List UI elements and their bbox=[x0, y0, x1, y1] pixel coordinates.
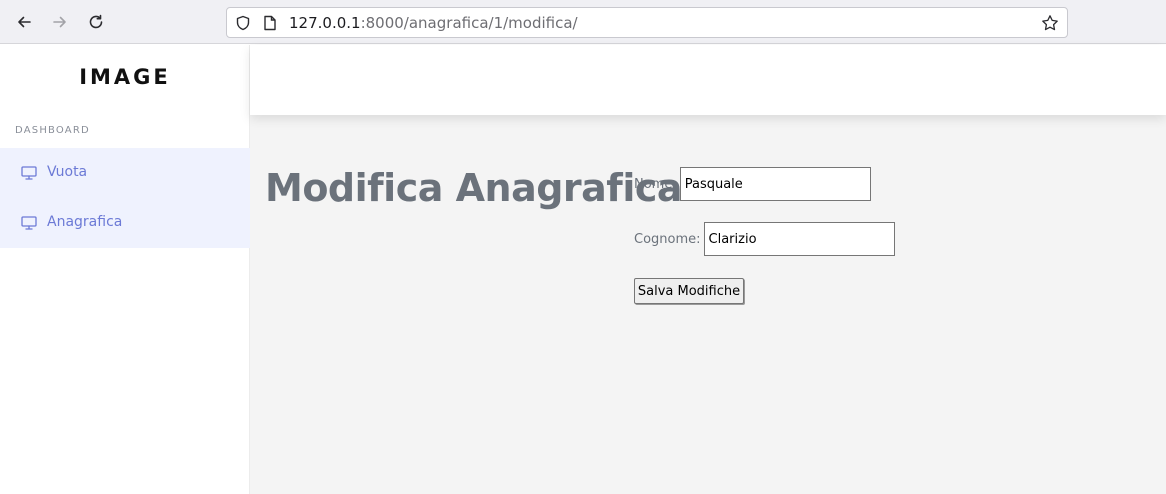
reload-icon bbox=[89, 14, 103, 29]
cognome-row: Cognome: bbox=[634, 222, 895, 256]
sidebar-item-label: Anagrafica bbox=[47, 214, 123, 230]
sidebar-section-label: DASHBOARD bbox=[15, 125, 90, 136]
arrow-left-icon bbox=[18, 16, 31, 28]
back-button[interactable] bbox=[12, 10, 36, 34]
reload-button[interactable] bbox=[84, 10, 108, 34]
save-changes-button[interactable]: Salva Modifiche bbox=[634, 278, 744, 304]
nome-input[interactable] bbox=[679, 167, 871, 201]
cognome-label: Cognome: bbox=[634, 231, 701, 247]
star-icon[interactable] bbox=[1041, 14, 1059, 32]
brand-logo[interactable]: IMAGE bbox=[0, 65, 250, 89]
forward-button[interactable] bbox=[48, 10, 72, 34]
nome-row: Nome: bbox=[634, 167, 871, 201]
arrow-right-icon bbox=[53, 16, 66, 28]
url-path: :8000/anagrafica/1/modifica/ bbox=[360, 14, 578, 32]
top-header bbox=[250, 45, 1166, 115]
address-bar[interactable]: 127.0.0.1:8000/anagrafica/1/modifica/ bbox=[226, 7, 1068, 38]
url-text[interactable]: 127.0.0.1:8000/anagrafica/1/modifica/ bbox=[289, 14, 578, 32]
nome-label: Nome: bbox=[634, 176, 677, 192]
sidebar: IMAGE DASHBOARD Vuota Anagrafica bbox=[0, 45, 250, 494]
sidebar-item-anagrafica[interactable]: Anagrafica bbox=[0, 198, 250, 248]
url-host: 127.0.0.1 bbox=[289, 14, 361, 32]
page-title: Modifica Anagrafica bbox=[265, 166, 683, 210]
monitor-icon bbox=[21, 216, 37, 230]
page-icon[interactable] bbox=[263, 15, 277, 31]
shield-icon[interactable] bbox=[235, 15, 251, 31]
sidebar-menu: Vuota Anagrafica bbox=[0, 148, 250, 248]
sidebar-item-vuota[interactable]: Vuota bbox=[0, 148, 250, 198]
browser-toolbar: 127.0.0.1:8000/anagrafica/1/modifica/ bbox=[0, 0, 1166, 44]
monitor-icon bbox=[21, 166, 37, 180]
cognome-input[interactable] bbox=[703, 222, 895, 256]
sidebar-item-label: Vuota bbox=[47, 164, 88, 180]
